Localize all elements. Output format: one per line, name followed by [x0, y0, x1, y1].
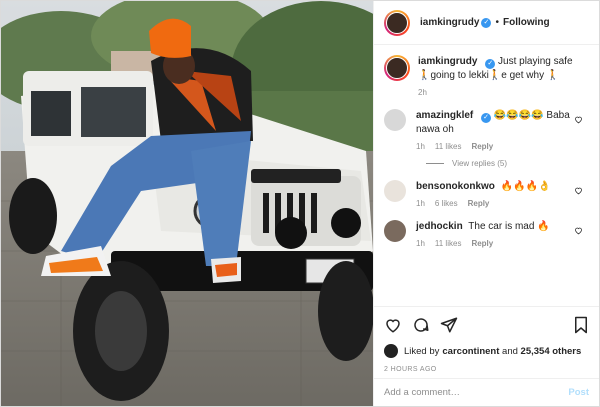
post-photo-image	[1, 1, 373, 406]
comment-item: jedhockin The car is mad 🔥 1h 11 likes R…	[384, 220, 589, 248]
bookmark-icon[interactable]	[573, 316, 589, 334]
caption-avatar[interactable]	[384, 55, 410, 81]
comments-list: iamkingrudy ✓ Just playing safe 🚶going t…	[374, 45, 599, 307]
comment-like-heart-icon[interactable]	[574, 115, 583, 124]
post-sidebar: iamkingrudy ✓ • Following iamkingrudy ✓ …	[373, 1, 599, 406]
comment-text: 🔥🔥🔥👌	[500, 181, 551, 192]
comment-item: bensonokonkwo 🔥🔥🔥👌 1h 6 likes Reply	[384, 180, 589, 208]
add-comment-bar: Post	[374, 378, 599, 406]
heart-icon[interactable]	[384, 316, 402, 334]
instagram-post: iamkingrudy ✓ • Following iamkingrudy ✓ …	[0, 0, 600, 407]
commenter-avatar[interactable]	[384, 180, 406, 202]
liker-username[interactable]: carcontinent	[442, 346, 499, 357]
header-separator: •	[495, 17, 499, 28]
comment-input[interactable]	[384, 387, 569, 398]
caption-username[interactable]: iamkingrudy	[418, 56, 477, 67]
verified-icon: ✓	[485, 59, 496, 69]
comment-item: amazingklef ✓ 😂😂😂😂 Baba nawa oh 1h 11 li…	[384, 109, 589, 151]
comment-likes[interactable]: 6 likes	[435, 199, 458, 208]
comment-text: The car is mad 🔥	[468, 221, 550, 232]
view-replies-line	[426, 163, 444, 164]
author-avatar[interactable]	[384, 9, 410, 36]
comment-username[interactable]: bensonokonkwo	[416, 181, 495, 192]
author-username[interactable]: iamkingrudy	[420, 17, 479, 28]
following-button[interactable]: Following	[503, 17, 550, 28]
likes-summary: Liked by carcontinent and 25,354 others	[384, 344, 589, 358]
reply-button[interactable]: Reply	[471, 239, 493, 248]
commenter-avatar[interactable]	[384, 109, 406, 131]
share-icon[interactable]	[440, 316, 458, 334]
commenter-avatar[interactable]	[384, 220, 406, 242]
view-replies-label: View replies (5)	[452, 159, 507, 168]
comment-likes[interactable]: 11 likes	[435, 239, 462, 248]
action-icons	[384, 314, 589, 336]
comment-time: 1h	[416, 199, 425, 208]
caption: iamkingrudy ✓ Just playing safe 🚶going t…	[384, 55, 589, 97]
comment-username[interactable]: jedhockin	[416, 221, 463, 232]
comment-like-heart-icon[interactable]	[574, 186, 583, 195]
verified-icon: ✓	[481, 113, 492, 123]
likes-count[interactable]: 25,354 others	[521, 346, 582, 357]
post-photo[interactable]	[1, 1, 373, 406]
reply-button[interactable]: Reply	[471, 142, 493, 151]
comment-likes[interactable]: 11 likes	[435, 142, 462, 151]
post-actions: Liked by carcontinent and 25,354 others …	[374, 306, 599, 373]
comment-time: 1h	[416, 239, 425, 248]
post-comment-button[interactable]: Post	[568, 387, 589, 398]
verified-icon: ✓	[481, 17, 492, 28]
liker-avatar[interactable]	[384, 344, 398, 358]
header-info: iamkingrudy ✓ • Following	[420, 17, 550, 28]
post-timestamp[interactable]: 2 HOURS AGO	[384, 366, 589, 373]
caption-time: 2h	[418, 88, 427, 97]
comment-username[interactable]: amazingklef	[416, 110, 473, 121]
post-header: iamkingrudy ✓ • Following	[374, 1, 599, 45]
comment-time: 1h	[416, 142, 425, 151]
likes-prefix: Liked by	[404, 345, 440, 357]
comment-like-heart-icon[interactable]	[574, 226, 583, 235]
view-replies-button[interactable]: View replies (5)	[426, 159, 589, 168]
reply-button[interactable]: Reply	[468, 199, 490, 208]
comment-icon[interactable]	[412, 316, 430, 334]
likes-middle: and	[499, 345, 521, 357]
